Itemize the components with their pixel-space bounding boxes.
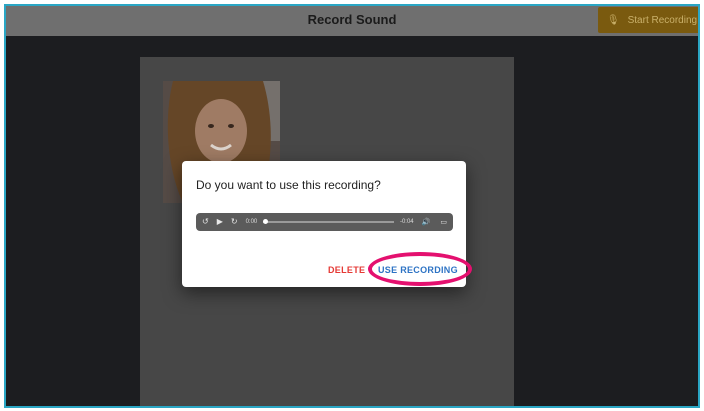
current-time: 0:00 xyxy=(245,219,258,225)
replay-icon[interactable]: ↺ xyxy=(202,218,209,226)
use-recording-button[interactable]: USE RECORDING xyxy=(378,265,458,275)
audio-player: ↺ ▶ ↻ 0:00 -0:04 🔊 ▭ xyxy=(196,213,453,231)
forward-icon[interactable]: ↻ xyxy=(231,218,238,226)
microphone-icon: 🎙 xyxy=(606,14,620,26)
page-title: Record Sound xyxy=(307,12,397,27)
volume-icon[interactable]: 🔊 xyxy=(422,218,431,226)
remaining-time: -0:04 xyxy=(399,219,414,225)
delete-button[interactable]: DELETE xyxy=(328,265,365,275)
seek-thumb[interactable] xyxy=(263,219,269,224)
top-bar: Record Sound 🎙 Start Recording xyxy=(6,6,698,36)
dialog-question: Do you want to use this recording? xyxy=(196,178,381,192)
use-recording-dialog: Do you want to use this recording? ↺ ▶ ↻… xyxy=(182,161,466,287)
play-icon[interactable]: ▶ xyxy=(217,218,223,226)
start-recording-label: Start Recording xyxy=(627,14,698,26)
start-recording-button[interactable]: 🎙 Start Recording xyxy=(598,7,698,33)
seek-bar[interactable] xyxy=(263,219,394,224)
airplay-icon[interactable]: ▭ xyxy=(440,218,447,226)
